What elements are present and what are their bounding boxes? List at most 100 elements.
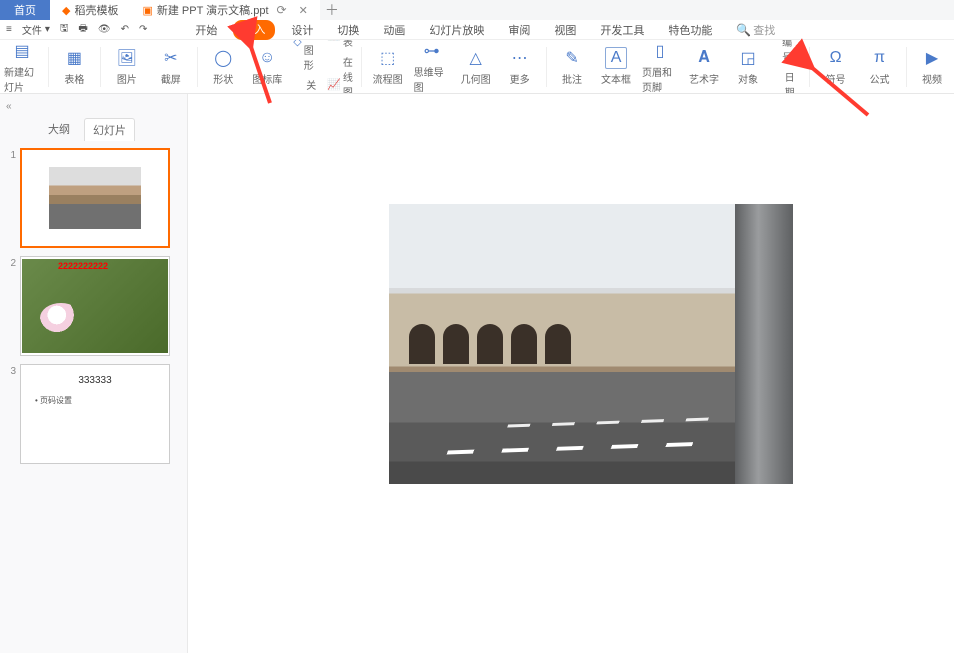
thumb2-text: 2222222222 [58, 261, 108, 271]
mindmap-icon: ⊶ [421, 40, 443, 62]
mindmap-label: 思维导图 [414, 64, 450, 94]
picture-icon: 🖼 [116, 47, 138, 69]
formula-button[interactable]: π 公式 [862, 47, 898, 86]
smart-group: ◇智能图形 ☁关系图 [293, 40, 319, 94]
slide-number-button[interactable]: #幻灯片编号 [774, 40, 801, 65]
relation-button[interactable]: ☁关系图 [293, 76, 319, 95]
new-slide-button[interactable]: ▤ 新建幻灯片 [4, 40, 40, 94]
image-roadline [447, 441, 712, 454]
ribbon-tab-insert[interactable]: 插入 [233, 20, 275, 40]
ribbon-tabs: 开始 插入 设计 切换 动画 幻灯片放映 审阅 视图 开发工具 特色功能 [187, 20, 720, 40]
file-menu[interactable]: 文件 ▾ [22, 22, 50, 37]
outline-tab[interactable]: 大纲 [40, 118, 78, 140]
save-icon[interactable]: 🖫 [60, 21, 69, 38]
more-label: 更多 [510, 71, 530, 86]
thumb-row[interactable]: 2 2222222222 [6, 256, 181, 356]
screenshot-icon: ✂ [160, 47, 182, 69]
tab-document[interactable]: ▣ 新建 PPT 演示文稿.ppt ⟳ ✕ [130, 0, 319, 20]
flowchart-label: 流程图 [373, 71, 403, 86]
object-button[interactable]: ◲ 对象 [730, 47, 766, 86]
menu-toggle[interactable]: ≡ [6, 24, 12, 35]
slide-image[interactable] [389, 204, 793, 484]
tab-template-label: 稻壳模板 [74, 2, 118, 18]
wordart-button[interactable]: 𝐀 艺术字 [686, 47, 722, 86]
header-footer-label: 页眉和页脚 [642, 64, 678, 94]
ribbon-tab-review[interactable]: 审阅 [500, 20, 538, 40]
workspace: « 大纲 幻灯片 1 2 2222222222 3 [0, 94, 954, 653]
thumb-image: 2222222222 [22, 259, 168, 353]
redo-icon[interactable]: ↷ [139, 24, 147, 35]
video-icon: ▶ [921, 47, 943, 69]
close-tab-icon[interactable]: ✕ [299, 4, 308, 17]
tab-new[interactable]: ＋ [320, 0, 344, 20]
thumb-number: 3 [6, 364, 16, 464]
ribbon-tab-animation[interactable]: 动画 [375, 20, 413, 40]
shape-button[interactable]: ◯ 形状 [205, 47, 241, 86]
iconlib-label: 图标库 [252, 71, 282, 86]
slide-canvas[interactable] [188, 94, 954, 653]
tab-template[interactable]: ◆ 稻壳模板 [50, 0, 130, 20]
picture-button[interactable]: 🖼 图片 [109, 47, 145, 86]
iconlib-button[interactable]: ☺ 图标库 [249, 47, 285, 86]
flowchart-button[interactable]: ⬚ 流程图 [370, 47, 406, 86]
slides-tab[interactable]: 幻灯片 [84, 118, 135, 141]
menu-row: ≡ 文件 ▾ 🖫 🖶 👁 ↶ ↷ 开始 插入 设计 切换 动画 幻灯片放映 审阅… [0, 20, 954, 40]
shape-icon: ◯ [212, 47, 234, 69]
annotate-button[interactable]: ✎ 批注 [554, 47, 590, 86]
search-box[interactable]: 🔍 查找 [736, 22, 775, 38]
ribbon-tab-start[interactable]: 开始 [187, 20, 225, 40]
geometry-label: 几何图 [461, 71, 491, 86]
symbol-button[interactable]: Ω 符号 [818, 47, 854, 86]
online-chart-button[interactable]: 📈在线图表 [327, 53, 353, 94]
more-button[interactable]: ⋯ 更多 [502, 47, 538, 86]
table-button[interactable]: ▦ 表格 [56, 47, 92, 86]
preview-icon[interactable]: 👁 [98, 24, 111, 35]
datetime-button[interactable]: ⏱日期和时间 [774, 68, 801, 94]
ribbon-tab-dev[interactable]: 开发工具 [592, 20, 652, 40]
tab-document-label: 新建 PPT 演示文稿.ppt [157, 2, 269, 18]
video-label: 视频 [922, 71, 942, 86]
smart-shape-button[interactable]: ◇智能图形 [293, 40, 319, 73]
new-slide-icon: ▤ [11, 40, 33, 62]
formula-icon: π [869, 47, 891, 69]
slide-thumbnails: 1 2 2222222222 3 333333 • 页码设置 [0, 142, 187, 478]
textbox-icon: A [605, 47, 627, 69]
geometry-button[interactable]: △ 几何图 [458, 47, 494, 86]
picture-label: 图片 [117, 71, 137, 86]
slide-thumbnail-2[interactable]: 2222222222 [20, 256, 170, 356]
collapse-icon[interactable]: « [6, 101, 12, 112]
symbol-icon: Ω [825, 47, 847, 69]
chart-button[interactable]: 📊图表 [327, 40, 353, 50]
smart-shape-icon: ◇ [293, 40, 301, 49]
ribbon-tab-view[interactable]: 视图 [546, 20, 584, 40]
ribbon-tab-special[interactable]: 特色功能 [660, 20, 720, 40]
undo-icon[interactable]: ↶ [121, 24, 129, 35]
mindmap-button[interactable]: ⊶ 思维导图 [414, 40, 450, 94]
slide-thumbnail-1[interactable] [20, 148, 170, 248]
ribbon-tab-transition[interactable]: 切换 [329, 20, 367, 40]
thumb-row[interactable]: 1 [6, 148, 181, 248]
video-button[interactable]: ▶ 视频 [914, 47, 950, 86]
wordart-label: 艺术字 [689, 71, 719, 86]
wordart-icon: 𝐀 [693, 47, 715, 69]
textbox-button[interactable]: A 文本框 [598, 47, 634, 86]
ribbon-tab-slideshow[interactable]: 幻灯片放映 [421, 20, 492, 40]
print-icon[interactable]: 🖶 [78, 21, 87, 38]
object-icon: ◲ [737, 47, 759, 69]
refresh-icon[interactable]: ⟳ [277, 3, 287, 17]
thumb3-bullet: • 页码设置 [35, 395, 72, 406]
header-footer-button[interactable]: ▯ 页眉和页脚 [642, 40, 678, 94]
table-icon: ▦ [63, 47, 85, 69]
screenshot-button[interactable]: ✂ 截屏 [153, 47, 189, 86]
side-panel: « 大纲 幻灯片 1 2 2222222222 3 [0, 94, 188, 653]
thumb-number: 2 [6, 256, 16, 356]
num-group: #幻灯片编号 ⏱日期和时间 [774, 40, 801, 94]
table-label: 表格 [64, 71, 84, 86]
tab-home[interactable]: 首页 [0, 0, 50, 20]
thumb-row[interactable]: 3 333333 • 页码设置 [6, 364, 181, 464]
header-footer-icon: ▯ [649, 40, 671, 62]
object-label: 对象 [738, 71, 758, 86]
ribbon-tab-design[interactable]: 设计 [283, 20, 321, 40]
chart-icon: 📊 [327, 40, 341, 41]
slide-thumbnail-3[interactable]: 333333 • 页码设置 [20, 364, 170, 464]
